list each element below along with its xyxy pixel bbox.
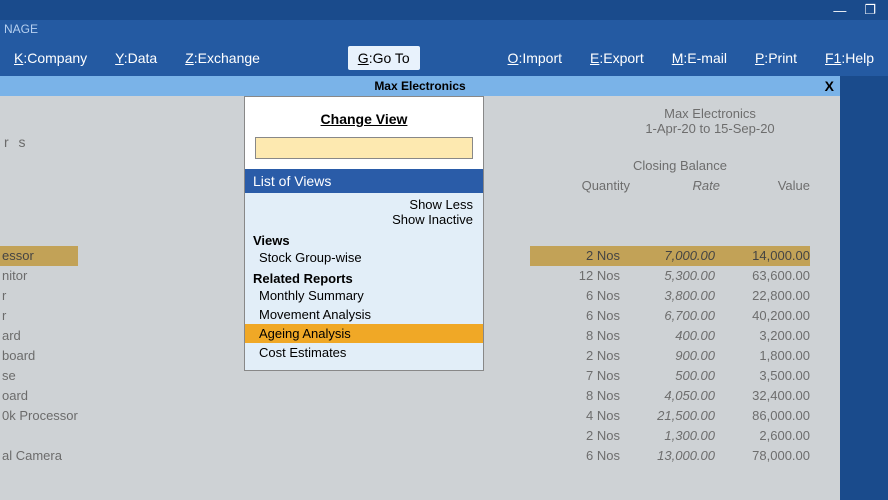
data-row[interactable]: 7 Nos500.003,500.00 (530, 366, 810, 386)
item-name[interactable]: se (0, 366, 78, 386)
cell-rate: 4,050.00 (620, 386, 715, 406)
item-name[interactable]: ard (0, 326, 78, 346)
data-row[interactable]: 8 Nos400.003,200.00 (530, 326, 810, 346)
data-row[interactable]: 8 Nos4,050.0032,400.00 (530, 386, 810, 406)
data-row[interactable]: 6 Nos13,000.0078,000.00 (530, 446, 810, 466)
minimize-icon[interactable]: — (833, 3, 846, 18)
menu-bar: K:Company Y:Data Z:Exchange G:Go To O:Im… (0, 40, 888, 76)
cell-value: 78,000.00 (715, 446, 810, 466)
cell-rate: 900.00 (620, 346, 715, 366)
cell-rate: 1,300.00 (620, 426, 715, 446)
cell-value: 14,000.00 (715, 246, 810, 266)
right-button-pane (840, 76, 888, 500)
mode-bar: NAGE (0, 20, 888, 40)
col-rate: Rate (630, 178, 720, 193)
cell-qty: 2 Nos (530, 346, 620, 366)
cell-value: 40,200.00 (715, 306, 810, 326)
report-period: 1-Apr-20 to 15-Sep-20 (610, 121, 810, 136)
company-strip: Max Electronics X (0, 76, 840, 96)
item-name[interactable] (0, 426, 78, 446)
data-row[interactable]: 2 Nos1,300.002,600.00 (530, 426, 810, 446)
menu-company[interactable]: K:Company (0, 44, 101, 72)
item-column: r s essornitorrrardboardseoard0k Process… (0, 96, 240, 154)
cell-value: 22,800.00 (715, 286, 810, 306)
related-report-item[interactable]: Cost Estimates (245, 343, 483, 362)
item-name[interactable]: board (0, 346, 78, 366)
report-company: Max Electronics (610, 106, 810, 121)
column-headers: Quantity Rate Value (550, 178, 810, 193)
show-less-link[interactable]: Show Less (255, 197, 473, 212)
cell-qty: 6 Nos (530, 306, 620, 326)
data-row[interactable]: 4 Nos21,500.0086,000.00 (530, 406, 810, 426)
maximize-icon[interactable]: ❐ (864, 2, 876, 18)
closing-balance-label: Closing Balance (550, 158, 810, 173)
particulars-header: r s (0, 96, 240, 154)
menu-goto[interactable]: G:Go To (348, 46, 420, 70)
cell-value: 3,200.00 (715, 326, 810, 346)
related-report-item[interactable]: Monthly Summary (245, 286, 483, 305)
view-item[interactable]: Stock Group-wise (245, 248, 483, 267)
cell-qty: 7 Nos (530, 366, 620, 386)
menu-exchange[interactable]: Z:Exchange (171, 44, 274, 72)
col-quantity: Quantity (550, 178, 630, 193)
report-header: Max Electronics 1-Apr-20 to 15-Sep-20 (610, 106, 810, 136)
menu-data[interactable]: Y:Data (101, 44, 171, 72)
company-name: Max Electronics (374, 79, 465, 93)
list-of-views-header: List of Views (245, 169, 483, 193)
list-body: Show Less Show Inactive Views Stock Grou… (245, 193, 483, 370)
data-row[interactable]: 2 Nos7,000.0014,000.00 (530, 246, 810, 266)
cell-rate: 6,700.00 (620, 306, 715, 326)
data-row[interactable]: 6 Nos6,700.0040,200.00 (530, 306, 810, 326)
cell-rate: 400.00 (620, 326, 715, 346)
data-row[interactable]: 2 Nos900.001,800.00 (530, 346, 810, 366)
cell-value: 63,600.00 (715, 266, 810, 286)
cell-qty: 2 Nos (530, 426, 620, 446)
related-report-item[interactable]: Movement Analysis (245, 305, 483, 324)
cell-value: 2,600.00 (715, 426, 810, 446)
show-inactive-link[interactable]: Show Inactive (255, 212, 473, 227)
cell-rate: 3,800.00 (620, 286, 715, 306)
cell-qty: 4 Nos (530, 406, 620, 426)
menu-export[interactable]: E:Export (576, 44, 658, 72)
window-controls: — ❐ (0, 0, 888, 20)
change-view-popup: Change View List of Views Show Less Show… (244, 96, 484, 371)
data-row[interactable]: 12 Nos5,300.0063,600.00 (530, 266, 810, 286)
change-view-input[interactable] (255, 137, 473, 159)
item-name[interactable]: essor (0, 246, 78, 266)
cell-value: 86,000.00 (715, 406, 810, 426)
cell-rate: 500.00 (620, 366, 715, 386)
close-icon[interactable]: X (825, 76, 834, 96)
related-reports-section: Related Reports (245, 267, 483, 286)
cell-rate: 5,300.00 (620, 266, 715, 286)
col-value: Value (720, 178, 810, 193)
cell-rate: 13,000.00 (620, 446, 715, 466)
popup-title: Change View (245, 97, 483, 137)
cell-value: 3,500.00 (715, 366, 810, 386)
item-name[interactable]: r (0, 286, 78, 306)
item-name[interactable]: al Camera (0, 446, 78, 466)
cell-value: 32,400.00 (715, 386, 810, 406)
cell-qty: 8 Nos (530, 326, 620, 346)
cell-qty: 8 Nos (530, 386, 620, 406)
cell-qty: 2 Nos (530, 246, 620, 266)
item-name[interactable]: 0k Processor (0, 406, 78, 426)
cell-qty: 6 Nos (530, 446, 620, 466)
menu-import[interactable]: O:Import (494, 44, 576, 72)
related-report-item[interactable]: Ageing Analysis (245, 324, 483, 343)
item-name[interactable]: oard (0, 386, 78, 406)
menu-email[interactable]: M:E-mail (658, 44, 741, 72)
views-section: Views (245, 229, 483, 248)
data-rows: 2 Nos7,000.0014,000.0012 Nos5,300.0063,6… (530, 246, 810, 466)
menu-print[interactable]: P:Print (741, 44, 811, 72)
data-row[interactable]: 6 Nos3,800.0022,800.00 (530, 286, 810, 306)
menu-help[interactable]: F1:Help (811, 44, 888, 72)
cell-qty: 6 Nos (530, 286, 620, 306)
cell-rate: 21,500.00 (620, 406, 715, 426)
cell-qty: 12 Nos (530, 266, 620, 286)
cell-rate: 7,000.00 (620, 246, 715, 266)
cell-value: 1,800.00 (715, 346, 810, 366)
item-name[interactable]: r (0, 306, 78, 326)
item-name[interactable]: nitor (0, 266, 78, 286)
